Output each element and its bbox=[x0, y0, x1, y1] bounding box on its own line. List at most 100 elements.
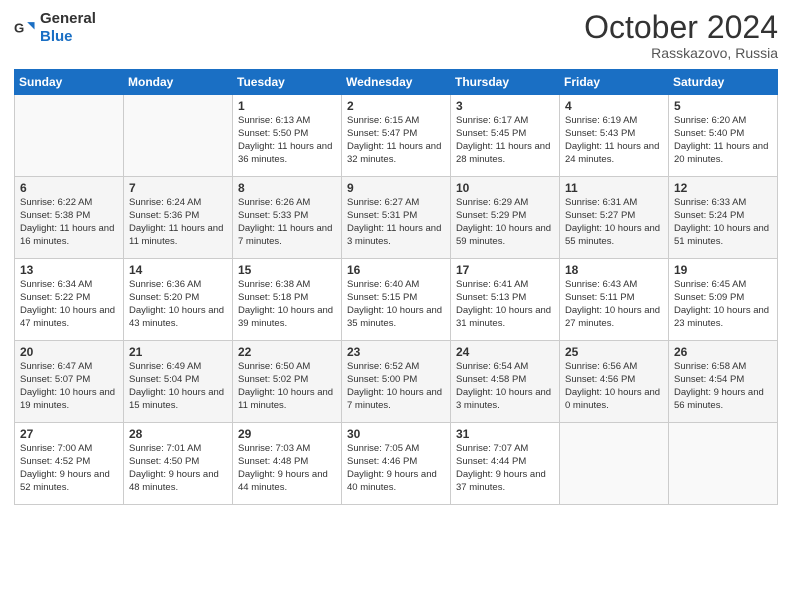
daylight-text: Daylight: 10 hours and 19 minutes. bbox=[20, 387, 115, 411]
cell-info: Sunrise: 6:54 AMSunset: 4:58 PMDaylight:… bbox=[456, 361, 554, 412]
day-number: 7 bbox=[129, 181, 227, 195]
calendar-cell: 6Sunrise: 6:22 AMSunset: 5:38 PMDaylight… bbox=[15, 177, 124, 259]
calendar-cell bbox=[124, 95, 233, 177]
logo-general: General bbox=[40, 10, 96, 27]
day-number: 31 bbox=[456, 427, 554, 441]
sunset-text: Sunset: 5:40 PM bbox=[674, 128, 744, 139]
col-thursday: Thursday bbox=[451, 70, 560, 95]
day-number: 4 bbox=[565, 99, 663, 113]
day-number: 12 bbox=[674, 181, 772, 195]
daylight-text: Daylight: 9 hours and 37 minutes. bbox=[456, 469, 546, 493]
col-sunday: Sunday bbox=[15, 70, 124, 95]
logo: G General Blue bbox=[14, 10, 96, 46]
day-number: 15 bbox=[238, 263, 336, 277]
cell-info: Sunrise: 6:26 AM Sunset: 5:33 PM Daylight:… bbox=[238, 197, 336, 248]
calendar-cell: 14Sunrise: 6:36 AMSunset: 5:20 PMDayligh… bbox=[124, 259, 233, 341]
calendar-cell: 4Sunrise: 6:19 AMSunset: 5:43 PMDaylight… bbox=[560, 95, 669, 177]
calendar-cell: 13Sunrise: 6:34 AMSunset: 5:22 PMDayligh… bbox=[15, 259, 124, 341]
calendar-cell: 22Sunrise: 6:50 AMSunset: 5:02 PMDayligh… bbox=[233, 341, 342, 423]
calendar-cell: 26Sunrise: 6:58 AMSunset: 4:54 PMDayligh… bbox=[669, 341, 778, 423]
sunset-text: Sunset: 5:47 PM bbox=[347, 128, 417, 139]
calendar-cell: 17Sunrise: 6:41 AMSunset: 5:13 PMDayligh… bbox=[451, 259, 560, 341]
day-number: 22 bbox=[238, 345, 336, 359]
title-block: October 2024 Rasskazovo, Russia bbox=[584, 10, 778, 61]
sunrise-text: Sunrise: 6:22 AM bbox=[20, 197, 92, 208]
calendar-cell: 8 Sunrise: 6:26 AM Sunset: 5:33 PM Daylight… bbox=[233, 177, 342, 259]
col-friday: Friday bbox=[560, 70, 669, 95]
svg-text:G: G bbox=[14, 20, 24, 35]
calendar-cell bbox=[15, 95, 124, 177]
calendar-cell bbox=[669, 423, 778, 505]
calendar-cell: 11Sunrise: 6:31 AMSunset: 5:27 PMDayligh… bbox=[560, 177, 669, 259]
sunrise-text: Sunrise: 6:17 AM bbox=[456, 115, 528, 126]
daylight-text: Daylight: 10 hours and 0 minutes. bbox=[565, 387, 660, 411]
sunrise-text: Sunrise: 6:20 AM bbox=[674, 115, 746, 126]
cell-info: Sunrise: 6:56 AMSunset: 4:56 PMDaylight:… bbox=[565, 361, 663, 412]
calendar-cell: 24Sunrise: 6:54 AMSunset: 4:58 PMDayligh… bbox=[451, 341, 560, 423]
sunset-text: Sunset: 5:33 PM bbox=[238, 210, 308, 221]
day-number: 2 bbox=[347, 99, 445, 113]
sunrise-text: Sunrise: 6:54 AM bbox=[456, 361, 528, 372]
calendar-cell: 5Sunrise: 6:20 AMSunset: 5:40 PMDaylight… bbox=[669, 95, 778, 177]
calendar-cell: 3Sunrise: 6:17 AMSunset: 5:45 PMDaylight… bbox=[451, 95, 560, 177]
sunset-text: Sunset: 5:11 PM bbox=[565, 292, 635, 303]
calendar-cell: 23Sunrise: 6:52 AMSunset: 5:00 PMDayligh… bbox=[342, 341, 451, 423]
daylight-text: Daylight: 11 hours and 11 minutes. bbox=[129, 223, 223, 247]
sunrise-text: Sunrise: 6:27 AM bbox=[347, 197, 419, 208]
sunrise-text: Sunrise: 6:40 AM bbox=[347, 279, 419, 290]
calendar-cell: 15Sunrise: 6:38 AMSunset: 5:18 PMDayligh… bbox=[233, 259, 342, 341]
sunset-text: Sunset: 5:07 PM bbox=[20, 374, 90, 385]
sunrise-text: Sunrise: 6:34 AM bbox=[20, 279, 92, 290]
day-number: 20 bbox=[20, 345, 118, 359]
day-number: 3 bbox=[456, 99, 554, 113]
sunset-text: Sunset: 5:20 PM bbox=[129, 292, 199, 303]
sunrise-text: Sunrise: 7:00 AM bbox=[20, 443, 92, 454]
calendar-week-2: 13Sunrise: 6:34 AMSunset: 5:22 PMDayligh… bbox=[15, 259, 778, 341]
daylight-text: Daylight: 10 hours and 11 minutes. bbox=[238, 387, 333, 411]
calendar-week-4: 27Sunrise: 7:00 AMSunset: 4:52 PMDayligh… bbox=[15, 423, 778, 505]
calendar-cell: 16Sunrise: 6:40 AMSunset: 5:15 PMDayligh… bbox=[342, 259, 451, 341]
calendar-week-3: 20 Sunrise: 6:47 AMSunset: 5:07 PMDayligh… bbox=[15, 341, 778, 423]
cell-info: Sunrise: 6:27 AMSunset: 5:31 PMDaylight:… bbox=[347, 197, 445, 248]
calendar-week-0: 1Sunrise: 6:13 AMSunset: 5:50 PMDaylight… bbox=[15, 95, 778, 177]
daylight-text: Daylight: 11 hours and 7 minutes. bbox=[238, 223, 332, 247]
day-number: 5 bbox=[674, 99, 772, 113]
sunset-text: Sunset: 4:48 PM bbox=[238, 456, 308, 467]
daylight-text: Daylight: 10 hours and 7 minutes. bbox=[347, 387, 442, 411]
sunset-text: Sunset: 5:04 PM bbox=[129, 374, 199, 385]
cell-info: Sunrise: 6:22 AMSunset: 5:38 PMDaylight:… bbox=[20, 197, 118, 248]
daylight-text: Daylight: 10 hours and 47 minutes. bbox=[20, 305, 115, 329]
daylight-text: Daylight: 11 hours and 28 minutes. bbox=[456, 141, 550, 165]
sunset-text: Sunset: 4:44 PM bbox=[456, 456, 526, 467]
cell-info: Sunrise: 6:47 AMSunset: 5:07 PMDaylight:… bbox=[20, 361, 118, 412]
calendar-header: Sunday Monday Tuesday Wednesday Thursday… bbox=[15, 70, 778, 95]
day-number: 19 bbox=[674, 263, 772, 277]
calendar-cell: 18Sunrise: 6:43 AMSunset: 5:11 PMDayligh… bbox=[560, 259, 669, 341]
calendar-body: 1Sunrise: 6:13 AMSunset: 5:50 PMDaylight… bbox=[15, 95, 778, 505]
location: Rasskazovo, Russia bbox=[584, 45, 778, 61]
calendar-cell: 7Sunrise: 6:24 AMSunset: 5:36 PMDaylight… bbox=[124, 177, 233, 259]
calendar-cell: 28Sunrise: 7:01 AMSunset: 4:50 PMDayligh… bbox=[124, 423, 233, 505]
sunrise-text: Sunrise: 6:45 AM bbox=[674, 279, 746, 290]
sunset-text: Sunset: 5:02 PM bbox=[238, 374, 308, 385]
cell-info: Sunrise: 6:13 AMSunset: 5:50 PMDaylight:… bbox=[238, 115, 336, 166]
sunrise-text: Sunrise: 6:26 AM bbox=[238, 197, 310, 208]
day-number: 11 bbox=[565, 181, 663, 195]
calendar-cell: 27Sunrise: 7:00 AMSunset: 4:52 PMDayligh… bbox=[15, 423, 124, 505]
daylight-text: Daylight: 9 hours and 56 minutes. bbox=[674, 387, 764, 411]
calendar-cell: 21Sunrise: 6:49 AMSunset: 5:04 PMDayligh… bbox=[124, 341, 233, 423]
day-number: 23 bbox=[347, 345, 445, 359]
daylight-text: Daylight: 9 hours and 52 minutes. bbox=[20, 469, 110, 493]
day-number: 29 bbox=[238, 427, 336, 441]
day-number: 26 bbox=[674, 345, 772, 359]
daylight-text: Daylight: 9 hours and 40 minutes. bbox=[347, 469, 437, 493]
calendar-cell: 29Sunrise: 7:03 AMSunset: 4:48 PMDayligh… bbox=[233, 423, 342, 505]
daylight-text: Daylight: 10 hours and 23 minutes. bbox=[674, 305, 769, 329]
day-number: 21 bbox=[129, 345, 227, 359]
sunrise-text: Sunrise: 6:19 AM bbox=[565, 115, 637, 126]
calendar-cell: 1Sunrise: 6:13 AMSunset: 5:50 PMDaylight… bbox=[233, 95, 342, 177]
daylight-text: Daylight: 11 hours and 24 minutes. bbox=[565, 141, 659, 165]
sunset-text: Sunset: 5:22 PM bbox=[20, 292, 90, 303]
day-number: 8 bbox=[238, 181, 336, 195]
daylight-text: Daylight: 10 hours and 59 minutes. bbox=[456, 223, 551, 247]
